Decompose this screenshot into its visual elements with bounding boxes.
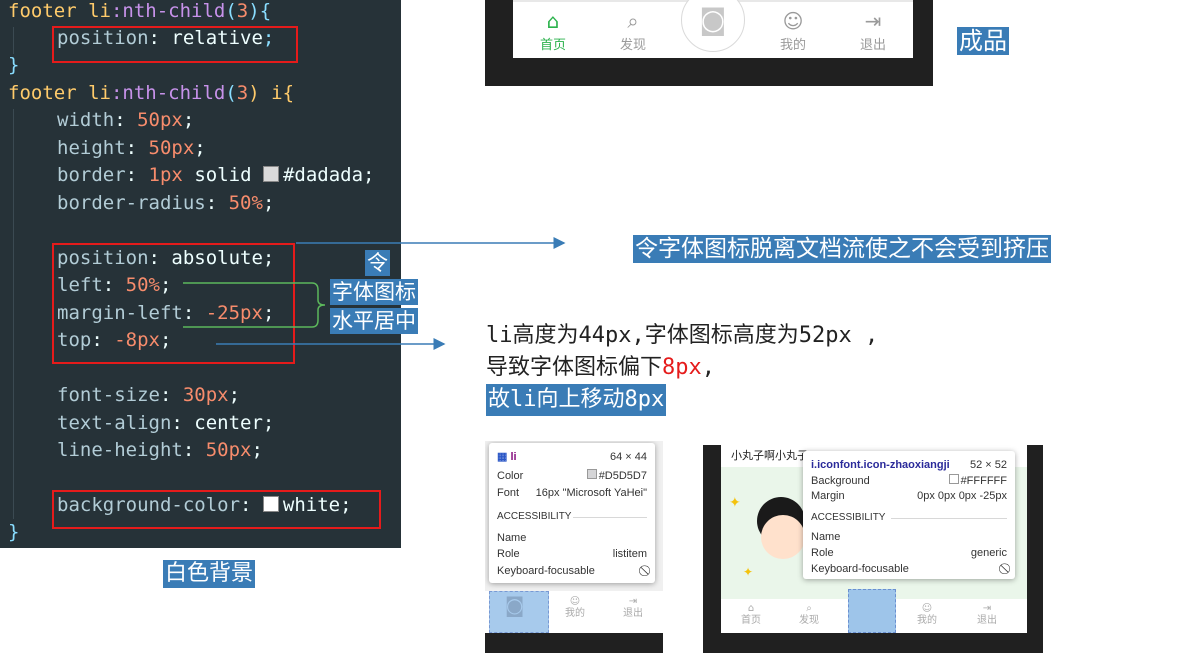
highlighted-icon: [848, 589, 896, 633]
search-icon: ⌕: [627, 9, 639, 33]
logout-icon: ⇥: [864, 9, 882, 33]
highlight-box: [52, 243, 295, 364]
annotation-label: 字体图标: [330, 279, 418, 305]
tab-mine: ☺ 我的: [565, 596, 585, 619]
tab-logout[interactable]: ⇥ 退出: [833, 8, 913, 53]
camera-icon: ◙: [505, 593, 525, 617]
tab-mine[interactable]: ☺ 我的: [753, 8, 833, 53]
highlight-box: [52, 490, 381, 529]
code-line: font-size: 30px;: [57, 384, 241, 406]
devtools-i-screenshot: 小丸子啊小丸子 ✦ ✦ ⌂ 首页 ⌕ 发现 ☺ 我的 ⇥ 退出 i.iconfont.i…: [703, 445, 1043, 653]
annotation-label: 水平居中: [330, 308, 418, 334]
tab-discover: ⌕ 发现: [799, 603, 819, 626]
sparkle-icon: ✦: [743, 565, 754, 579]
grid-icon: ▦: [497, 451, 508, 463]
annotation-label: 白色背景: [163, 560, 256, 588]
cartoon-face: [761, 515, 805, 559]
code-line: footer li:nth-child(3){: [8, 0, 272, 22]
code-line: height: 50px;: [57, 137, 206, 159]
home-icon: ⌂: [546, 9, 560, 33]
code-editor: footer li:nth-child(3){ position: relati…: [0, 0, 401, 548]
code-line: }: [8, 54, 20, 76]
code-line: line-height: 50px;: [57, 439, 263, 461]
tab-mine: ☺ 我的: [917, 603, 937, 626]
explanation-line: 导致字体图标偏下8px,: [486, 355, 716, 380]
tab-home[interactable]: ⌂ 首页: [513, 8, 593, 53]
tab-logout: ⇥ 退出: [623, 596, 643, 619]
sparkle-icon: ✦: [729, 495, 741, 511]
explanation-line: 故li向上移动8px: [486, 384, 667, 416]
annotation-label: 令字体图标脱离文档流使之不会受到挤压: [633, 235, 1051, 263]
footer-tab-bar: ⌂ 首页 ⌕ 发现 ◙ ☺ 我的 ⇥ 退出: [513, 0, 913, 58]
code-line: text-align: center;: [57, 412, 275, 434]
color-swatch-icon: [262, 166, 279, 182]
code-line: footer li:nth-child(3) i{: [8, 82, 295, 104]
camera-button[interactable]: ◙: [681, 0, 745, 52]
user-icon: ☺: [782, 9, 804, 33]
devtools-tooltip: i.iconfont.icon-zhaoxiangji 52 × 52 Backg…: [803, 451, 1015, 579]
code-line: width: 50px;: [57, 109, 195, 131]
camera-icon: ◙: [699, 3, 727, 36]
tab-discover[interactable]: ⌕ 发现: [593, 8, 673, 53]
code-line: border: 1px solid #dadada;: [57, 164, 375, 186]
finished-product-preview: ⌂ 首页 ⌕ 发现 ◙ ☺ 我的 ⇥ 退出: [485, 0, 933, 86]
devtools-li-screenshot: ◙ ☺ 我的 ⇥ 退出 ▦ li 64 × 44 Color #D5D5D7 Font 1…: [485, 441, 663, 653]
explanation-line: li高度为44px,字体图标高度为52px ,: [486, 323, 879, 348]
tab-logout: ⇥ 退出: [977, 603, 997, 626]
code-line: border-radius: 50%;: [57, 192, 275, 214]
code-line: }: [8, 521, 20, 543]
tab-home: ⌂ 首页: [741, 603, 761, 626]
devtools-tooltip: ▦ li 64 × 44 Color #D5D5D7 Font 16px "Micro…: [489, 443, 655, 583]
annotation-label: 令: [365, 250, 390, 276]
highlight-box: [52, 26, 298, 63]
finished-label: 成品: [957, 27, 1009, 55]
